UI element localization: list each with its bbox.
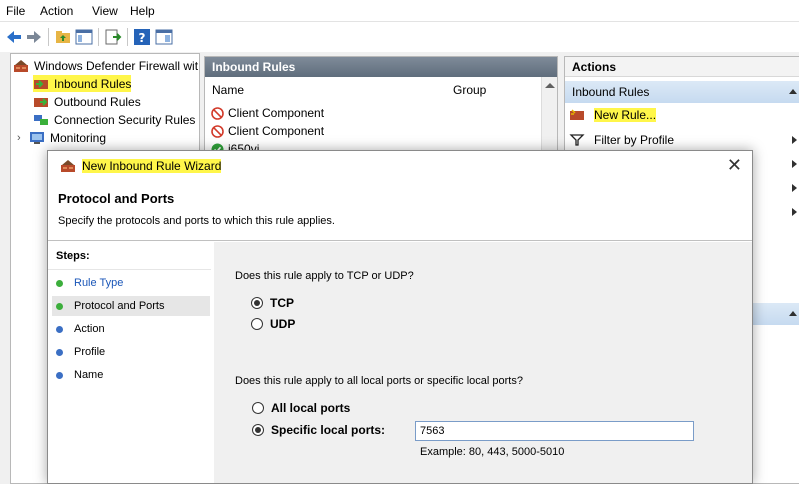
column-header-name[interactable]: Name [212,83,244,97]
radio-unselected-icon [251,318,263,330]
outbound-rules-icon [34,97,48,107]
help-icon[interactable]: ? [133,28,151,46]
monitoring-icon [30,131,44,144]
step-rule-type[interactable]: Rule Type [52,273,210,293]
step-pending-dot-icon [56,371,63,379]
filter-by-profile-action[interactable]: Filter by Profile [569,131,674,149]
submenu-arrow-icon [792,160,797,168]
up-folder-icon[interactable] [54,28,72,46]
list-item[interactable]: Client Component [211,105,324,121]
divider [48,240,752,241]
ports-example-text: Example: 80, 443, 5000-5010 [420,446,565,458]
tree-item-label: Connection Security Rules [54,112,196,127]
menu-action[interactable]: Action [40,4,73,18]
filter-by-profile-label: Filter by Profile [594,133,675,147]
divider [48,269,211,270]
tree-root[interactable]: Windows Defender Firewall wit [13,57,198,74]
actions-group-inbound-rules[interactable]: Inbound Rules [565,81,799,103]
submenu-arrow-icon [792,136,797,144]
firewall-icon [61,160,75,172]
new-rule-icon [570,109,584,120]
radio-unselected-icon [252,402,264,414]
wizard-heading: Protocol and Ports [58,191,175,206]
collapse-icon[interactable] [789,89,797,94]
step-current-dot-icon [56,302,63,310]
all-local-ports-radio[interactable]: All local ports [252,401,350,415]
specific-local-ports-radio[interactable]: Specific local ports: [252,423,385,437]
blocked-icon [211,124,224,138]
protocol-question: Does this rule apply to TCP or UDP? [235,270,414,282]
step-protocol-and-ports: Protocol and Ports [52,296,210,316]
tree-root-label: Windows Defender Firewall wit [34,58,199,73]
wizard-title: New Inbound Rule Wizard [82,159,222,173]
tree-item-label: Monitoring [50,130,107,145]
tcp-radio[interactable]: TCP [251,296,294,310]
export-list-icon[interactable] [104,28,122,46]
menu-help[interactable]: Help [130,4,155,18]
step-name: Name [52,365,210,385]
new-inbound-rule-wizard: New Inbound Rule Wizard ✕ Protocol and P… [47,150,753,484]
step-pending-dot-icon [56,348,63,356]
wizard-content: Does this rule apply to TCP or UDP? TCP … [214,242,752,483]
column-header-group[interactable]: Group [453,83,486,97]
new-rule-label: New Rule... [594,108,657,122]
blocked-icon [211,106,224,120]
step-profile: Profile [52,342,210,362]
step-action: Action [52,319,210,339]
submenu-arrow-icon [792,208,797,216]
new-rule-action[interactable]: New Rule... [569,106,657,124]
tree-item-connection-security-rules[interactable]: Connection Security Rules [33,111,195,128]
radio-selected-icon [252,424,264,436]
forward-arrow-icon[interactable] [25,28,43,46]
console-tree-icon[interactable] [75,28,93,46]
svg-text:?: ? [139,31,146,45]
show-hide-action-pane-icon[interactable] [155,28,173,46]
actions-pane-title: Actions [565,57,799,77]
radio-selected-icon [251,297,263,309]
collapse-icon[interactable] [789,311,797,316]
steps-label: Steps: [56,250,90,262]
tree-item-outbound-rules[interactable]: Outbound Rules [33,93,141,110]
step-pending-dot-icon [56,325,63,333]
steps-panel: Steps: Rule Type Protocol and Ports Acti… [48,242,214,483]
specific-ports-input[interactable] [415,421,694,441]
step-complete-dot-icon [56,279,63,287]
udp-radio[interactable]: UDP [251,317,295,331]
menu-bar: File Action View Help [0,0,799,22]
filter-icon [569,134,585,146]
tree-item-label: Inbound Rules [54,76,132,91]
firewall-icon [14,59,28,72]
rules-pane-title: Inbound Rules [205,57,557,77]
chevron-right-icon[interactable]: › [17,132,29,144]
toolbar: ? [0,22,799,52]
ports-question: Does this rule apply to all local ports … [235,375,523,387]
back-arrow-icon[interactable] [5,28,23,46]
connection-security-icon [34,114,48,125]
wizard-subtitle: Specify the protocols and ports to which… [58,215,335,227]
submenu-arrow-icon [792,184,797,192]
tree-item-label: Outbound Rules [54,94,141,109]
tree-item-monitoring[interactable]: › Monitoring [17,129,106,146]
tree-item-inbound-rules[interactable]: Inbound Rules [33,75,132,92]
inbound-rules-icon [34,79,48,89]
scroll-up-arrow-icon[interactable] [545,83,555,88]
close-icon[interactable]: ✕ [727,155,742,176]
wizard-titlebar: New Inbound Rule Wizard [60,159,222,173]
list-item[interactable]: Client Component [211,123,324,139]
menu-file[interactable]: File [6,4,25,18]
menu-view[interactable]: View [92,4,118,18]
